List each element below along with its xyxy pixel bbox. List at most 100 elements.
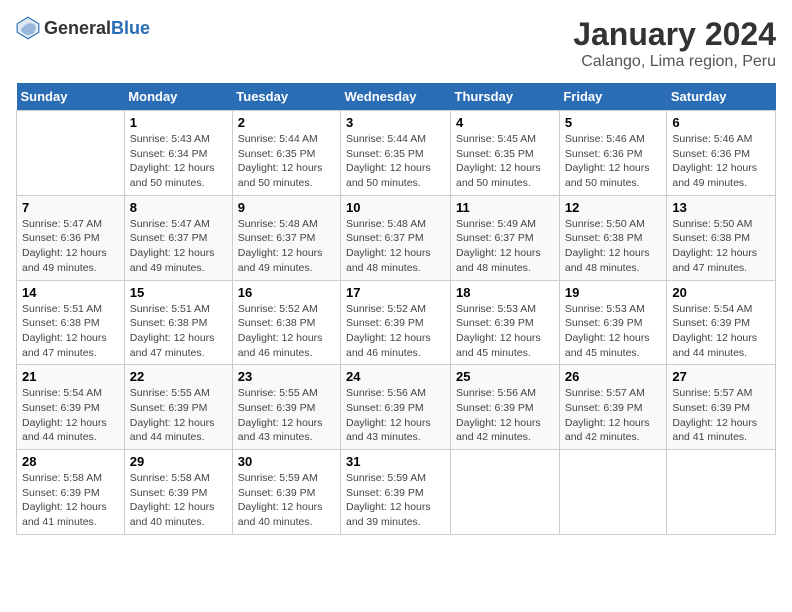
- calendar-week-row: 14 Sunrise: 5:51 AM Sunset: 6:38 PM Dayli…: [17, 280, 776, 365]
- calendar-cell: 14 Sunrise: 5:51 AM Sunset: 6:38 PM Dayli…: [17, 280, 125, 365]
- calendar-cell: 29 Sunrise: 5:58 AM Sunset: 6:39 PM Dayli…: [124, 450, 232, 535]
- day-number: 16: [238, 285, 335, 300]
- day-number: 8: [130, 200, 227, 215]
- calendar-cell: 2 Sunrise: 5:44 AM Sunset: 6:35 PM Daylig…: [232, 111, 340, 196]
- day-number: 31: [346, 454, 445, 469]
- logo-blue: Blue: [111, 18, 150, 38]
- day-number: 4: [456, 115, 554, 130]
- day-info: Sunrise: 5:43 AM Sunset: 6:34 PM Dayligh…: [130, 133, 215, 189]
- calendar-week-row: 28 Sunrise: 5:58 AM Sunset: 6:39 PM Dayli…: [17, 450, 776, 535]
- day-number: 6: [672, 115, 770, 130]
- calendar-cell: 20 Sunrise: 5:54 AM Sunset: 6:39 PM Dayli…: [667, 280, 776, 365]
- day-info: Sunrise: 5:51 AM Sunset: 6:38 PM Dayligh…: [130, 303, 215, 359]
- logo: GeneralBlue: [16, 16, 150, 40]
- day-info: Sunrise: 5:47 AM Sunset: 6:36 PM Dayligh…: [22, 218, 107, 274]
- calendar-week-row: 21 Sunrise: 5:54 AM Sunset: 6:39 PM Dayli…: [17, 365, 776, 450]
- calendar-cell: 9Sunrise: 5:48 AM Sunset: 6:37 PM Daylig…: [232, 195, 340, 280]
- day-info: Sunrise: 5:48 AM Sunset: 6:37 PM Dayligh…: [238, 218, 323, 274]
- title-area: January 2024 Calango, Lima region, Peru: [573, 16, 776, 71]
- calendar-cell: 26Sunrise: 5:57 AM Sunset: 6:39 PM Dayli…: [559, 365, 667, 450]
- calendar-cell: 13 Sunrise: 5:50 AM Sunset: 6:38 PM Dayli…: [667, 195, 776, 280]
- calendar-header-thursday: Thursday: [451, 83, 560, 111]
- calendar-header-monday: Monday: [124, 83, 232, 111]
- calendar-header-saturday: Saturday: [667, 83, 776, 111]
- calendar-cell: 22 Sunrise: 5:55 AM Sunset: 6:39 PM Dayli…: [124, 365, 232, 450]
- day-number: 27: [672, 369, 770, 384]
- day-info: Sunrise: 5:46 AM Sunset: 6:36 PM Dayligh…: [672, 133, 757, 189]
- day-number: 3: [346, 115, 445, 130]
- day-number: 14: [22, 285, 119, 300]
- calendar-header-row: SundayMondayTuesdayWednesdayThursdayFrid…: [17, 83, 776, 111]
- calendar-cell: 24Sunrise: 5:56 AM Sunset: 6:39 PM Dayli…: [341, 365, 451, 450]
- day-number: 22: [130, 369, 227, 384]
- day-info: Sunrise: 5:49 AM Sunset: 6:37 PM Dayligh…: [456, 218, 541, 274]
- calendar-cell: 27 Sunrise: 5:57 AM Sunset: 6:39 PM Dayli…: [667, 365, 776, 450]
- day-info: Sunrise: 5:59 AM Sunset: 6:39 PM Dayligh…: [346, 472, 431, 528]
- day-number: 29: [130, 454, 227, 469]
- day-number: 11: [456, 200, 554, 215]
- calendar-cell: 19 Sunrise: 5:53 AM Sunset: 6:39 PM Dayli…: [559, 280, 667, 365]
- calendar-cell: [17, 111, 125, 196]
- calendar-cell: 10 Sunrise: 5:48 AM Sunset: 6:37 PM Dayli…: [341, 195, 451, 280]
- day-info: Sunrise: 5:55 AM Sunset: 6:39 PM Dayligh…: [130, 387, 215, 443]
- day-info: Sunrise: 5:44 AM Sunset: 6:35 PM Dayligh…: [346, 133, 431, 189]
- day-number: 28: [22, 454, 119, 469]
- day-number: 18: [456, 285, 554, 300]
- calendar-header-sunday: Sunday: [17, 83, 125, 111]
- day-number: 10: [346, 200, 445, 215]
- logo-text: GeneralBlue: [44, 18, 150, 39]
- calendar-cell: 25Sunrise: 5:56 AM Sunset: 6:39 PM Dayli…: [451, 365, 560, 450]
- day-number: 20: [672, 285, 770, 300]
- day-number: 21: [22, 369, 119, 384]
- calendar-cell: 15 Sunrise: 5:51 AM Sunset: 6:38 PM Dayli…: [124, 280, 232, 365]
- logo-icon: [16, 16, 40, 40]
- main-title: January 2024: [573, 16, 776, 53]
- calendar-cell: 4Sunrise: 5:45 AM Sunset: 6:35 PM Daylig…: [451, 111, 560, 196]
- subtitle: Calango, Lima region, Peru: [573, 53, 776, 71]
- calendar-cell: 21 Sunrise: 5:54 AM Sunset: 6:39 PM Dayli…: [17, 365, 125, 450]
- calendar-week-row: 7Sunrise: 5:47 AM Sunset: 6:36 PM Daylig…: [17, 195, 776, 280]
- day-number: 17: [346, 285, 445, 300]
- day-info: Sunrise: 5:48 AM Sunset: 6:37 PM Dayligh…: [346, 218, 431, 274]
- day-info: Sunrise: 5:57 AM Sunset: 6:39 PM Dayligh…: [672, 387, 757, 443]
- calendar-header-tuesday: Tuesday: [232, 83, 340, 111]
- calendar-header-wednesday: Wednesday: [341, 83, 451, 111]
- day-info: Sunrise: 5:55 AM Sunset: 6:39 PM Dayligh…: [238, 387, 323, 443]
- calendar-cell: 7Sunrise: 5:47 AM Sunset: 6:36 PM Daylig…: [17, 195, 125, 280]
- day-info: Sunrise: 5:58 AM Sunset: 6:39 PM Dayligh…: [22, 472, 107, 528]
- day-info: Sunrise: 5:44 AM Sunset: 6:35 PM Dayligh…: [238, 133, 323, 189]
- calendar-cell: 8Sunrise: 5:47 AM Sunset: 6:37 PM Daylig…: [124, 195, 232, 280]
- day-info: Sunrise: 5:50 AM Sunset: 6:38 PM Dayligh…: [672, 218, 757, 274]
- calendar-cell: 6 Sunrise: 5:46 AM Sunset: 6:36 PM Daylig…: [667, 111, 776, 196]
- day-number: 23: [238, 369, 335, 384]
- day-info: Sunrise: 5:51 AM Sunset: 6:38 PM Dayligh…: [22, 303, 107, 359]
- calendar-week-row: 1Sunrise: 5:43 AM Sunset: 6:34 PM Daylig…: [17, 111, 776, 196]
- logo-general: General: [44, 18, 111, 38]
- day-number: 2: [238, 115, 335, 130]
- day-info: Sunrise: 5:50 AM Sunset: 6:38 PM Dayligh…: [565, 218, 650, 274]
- calendar-cell: 31 Sunrise: 5:59 AM Sunset: 6:39 PM Dayli…: [341, 450, 451, 535]
- day-info: Sunrise: 5:58 AM Sunset: 6:39 PM Dayligh…: [130, 472, 215, 528]
- day-number: 12: [565, 200, 662, 215]
- calendar-cell: [451, 450, 560, 535]
- calendar-cell: 11 Sunrise: 5:49 AM Sunset: 6:37 PM Dayli…: [451, 195, 560, 280]
- day-number: 13: [672, 200, 770, 215]
- calendar-cell: 18 Sunrise: 5:53 AM Sunset: 6:39 PM Dayli…: [451, 280, 560, 365]
- day-number: 26: [565, 369, 662, 384]
- day-info: Sunrise: 5:53 AM Sunset: 6:39 PM Dayligh…: [456, 303, 541, 359]
- calendar-cell: 17 Sunrise: 5:52 AM Sunset: 6:39 PM Dayli…: [341, 280, 451, 365]
- calendar-cell: 28 Sunrise: 5:58 AM Sunset: 6:39 PM Dayli…: [17, 450, 125, 535]
- day-info: Sunrise: 5:56 AM Sunset: 6:39 PM Dayligh…: [456, 387, 541, 443]
- day-number: 19: [565, 285, 662, 300]
- day-number: 15: [130, 285, 227, 300]
- calendar-cell: [559, 450, 667, 535]
- day-info: Sunrise: 5:52 AM Sunset: 6:39 PM Dayligh…: [346, 303, 431, 359]
- day-info: Sunrise: 5:54 AM Sunset: 6:39 PM Dayligh…: [672, 303, 757, 359]
- calendar-cell: 3 Sunrise: 5:44 AM Sunset: 6:35 PM Daylig…: [341, 111, 451, 196]
- page-header: GeneralBlue January 2024 Calango, Lima r…: [16, 16, 776, 71]
- day-info: Sunrise: 5:53 AM Sunset: 6:39 PM Dayligh…: [565, 303, 650, 359]
- day-info: Sunrise: 5:46 AM Sunset: 6:36 PM Dayligh…: [565, 133, 650, 189]
- day-info: Sunrise: 5:54 AM Sunset: 6:39 PM Dayligh…: [22, 387, 107, 443]
- calendar-cell: 16Sunrise: 5:52 AM Sunset: 6:38 PM Dayli…: [232, 280, 340, 365]
- calendar-cell: 1Sunrise: 5:43 AM Sunset: 6:34 PM Daylig…: [124, 111, 232, 196]
